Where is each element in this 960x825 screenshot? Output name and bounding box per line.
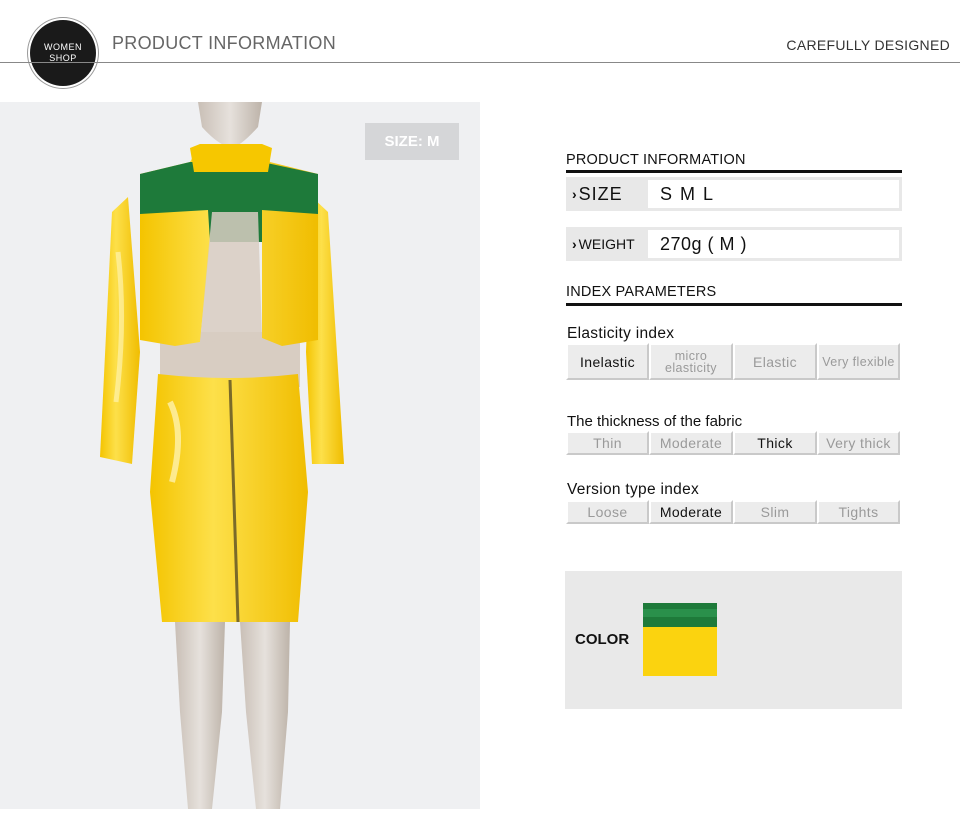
size-value: S M L <box>648 180 899 208</box>
elasticity-option: Inelastic <box>566 343 649 380</box>
header-divider <box>0 62 960 63</box>
elasticity-scale: Inelastic micro elasticity Elastic Very … <box>566 343 900 380</box>
product-info-underline <box>566 170 902 173</box>
thickness-option: Very thick <box>817 431 900 455</box>
elasticity-option: micro elasticity <box>649 343 733 380</box>
size-badge: SIZE: M <box>365 123 459 160</box>
version-option: Slim <box>733 500 817 524</box>
color-swatch <box>643 603 717 676</box>
header-tagline: CAREFULLY DESIGNED <box>786 37 950 53</box>
version-option: Tights <box>817 500 900 524</box>
product-info-title: PRODUCT INFORMATION <box>566 152 746 168</box>
mannequin-outfit-illustration <box>100 102 344 809</box>
thickness-scale: Thin Moderate Thick Very thick <box>566 431 900 455</box>
weight-label: WEIGHT <box>578 236 635 252</box>
size-label-cell: › SIZE <box>566 184 648 205</box>
thickness-option: Thin <box>566 431 649 455</box>
elasticity-label: Elasticity index <box>567 325 675 342</box>
thickness-option: Moderate <box>649 431 733 455</box>
chevron-right-icon: › <box>572 236 577 252</box>
swatch-sheen <box>643 609 717 617</box>
color-label: COLOR <box>575 631 630 648</box>
weight-row: › WEIGHT 270g ( M ) <box>566 227 902 261</box>
weight-label-cell: › WEIGHT <box>566 236 648 252</box>
thickness-option: Thick <box>733 431 817 455</box>
size-label: SIZE <box>578 183 623 204</box>
mannequin-right-leg <box>240 622 290 809</box>
size-row: › SIZE S M L <box>566 177 902 211</box>
version-option: Loose <box>566 500 649 524</box>
color-panel: COLOR <box>565 571 902 709</box>
page-title: PRODUCT INFORMATION <box>112 33 337 53</box>
elasticity-option: Very flexible <box>817 343 900 380</box>
version-label: Version type index <box>567 481 700 498</box>
version-scale: Loose Moderate Slim Tights <box>566 500 900 524</box>
index-parameters-underline <box>566 303 902 306</box>
logo-line1: WOMEN <box>44 42 82 52</box>
product-photo: SIZE: M <box>0 102 480 809</box>
weight-value: 270g ( M ) <box>648 230 899 258</box>
index-parameters-title: INDEX PARAMETERS <box>566 284 717 300</box>
chevron-right-icon: › <box>572 186 577 202</box>
elasticity-option: Elastic <box>733 343 817 380</box>
jacket-collar <box>190 144 272 172</box>
version-option: Moderate <box>649 500 733 524</box>
shop-logo: WOMEN SHOP <box>30 20 96 86</box>
thickness-label: The thickness of the fabric <box>567 413 743 430</box>
mannequin-left-leg <box>175 622 225 809</box>
mannequin-neck <box>198 102 262 147</box>
